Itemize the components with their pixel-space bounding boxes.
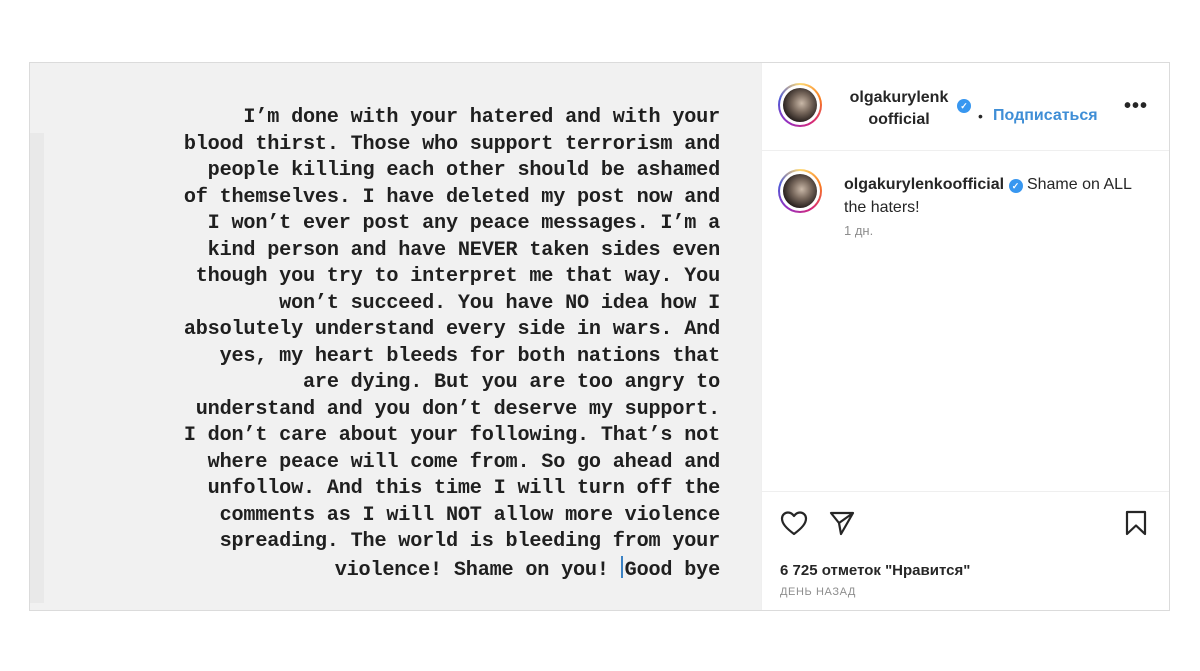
text-line: comments as I will NOT allow more violen… — [219, 503, 721, 527]
text-line: are dying. But you are too angry to — [302, 371, 720, 394]
username-line-2: oofficial — [868, 111, 930, 128]
text-cursor — [620, 555, 623, 578]
instagram-post: I’m done with your hatered and with your… — [29, 62, 1170, 611]
more-options-icon[interactable]: ••• — [1124, 95, 1148, 118]
text-line: where peace will come from. So go ahead … — [207, 450, 721, 474]
text-line: I’m done with your hatered and with your — [243, 106, 720, 129]
text-line: though you try to interpret me that way.… — [195, 265, 720, 288]
follow-button[interactable]: Подписаться — [993, 107, 1098, 125]
text-line: absolutely understand every side in wars… — [183, 318, 720, 341]
bookmark-icon[interactable] — [1124, 510, 1148, 536]
post-image-text: I’m done with your hatered and with your… — [80, 105, 720, 584]
likes-count[interactable]: 6 725 отметок "Нравится" — [780, 562, 970, 579]
post-sidebar: olgakurylenk oofficial ✓ • Подписаться •… — [761, 63, 1169, 610]
text-line: yes, my heart bleeds for both nations th… — [219, 344, 721, 368]
text-line: people killing each other should be asha… — [207, 159, 721, 182]
text-after-cursor: Good bye — [624, 558, 721, 582]
text-line: I don’t care about your following. That’… — [183, 424, 720, 447]
avatar[interactable] — [778, 83, 822, 127]
caption-username[interactable]: olgakurylenkoofficial — [844, 176, 1004, 193]
username-line-1: olgakurylenk — [849, 89, 949, 106]
text-line: won’t succeed. You have NO idea how I — [279, 291, 720, 315]
profile-photo — [783, 88, 817, 122]
separator-dot: • — [978, 108, 983, 124]
verified-badge-icon: ✓ — [1008, 179, 1023, 193]
post-timestamp[interactable]: ДЕНЬ НАЗАД — [780, 586, 856, 598]
text-line: unfollow. And this time I will turn off … — [207, 477, 721, 500]
text-line: I won’t ever post any peace messages. I’… — [207, 212, 721, 235]
text-line-last: violence! Shame on you! Good bye — [80, 555, 721, 585]
image-edge-shadow — [30, 133, 44, 603]
text-before-cursor: violence! Shame on you! — [334, 558, 621, 582]
text-line: of themselves. I have deleted my post no… — [183, 185, 720, 209]
text-line: blood thirst. Those who support terroris… — [183, 132, 720, 156]
text-line: kind person and have NEVER taken sides e… — [207, 238, 721, 262]
profile-photo — [783, 174, 817, 208]
avatar[interactable] — [778, 169, 822, 213]
post-image[interactable]: I’m done with your hatered and with your… — [30, 63, 761, 610]
post-header: olgakurylenk oofficial ✓ • Подписаться •… — [762, 63, 1169, 151]
heart-icon[interactable] — [780, 510, 808, 536]
text-line: understand and you don’t deserve my supp… — [195, 397, 720, 421]
verified-badge-icon: ✓ — [957, 99, 971, 113]
caption-text: olgakurylenkoofficial ✓ Shame on ALL the… — [844, 173, 1144, 219]
username-link[interactable]: olgakurylenk oofficial — [844, 87, 954, 131]
caption-timestamp[interactable]: 1 дн. — [844, 223, 873, 238]
action-bar: 6 725 отметок "Нравится" ДЕНЬ НАЗАД — [762, 491, 1169, 610]
text-line: spreading. The world is bleeding from yo… — [219, 530, 721, 553]
share-icon[interactable] — [828, 510, 856, 536]
